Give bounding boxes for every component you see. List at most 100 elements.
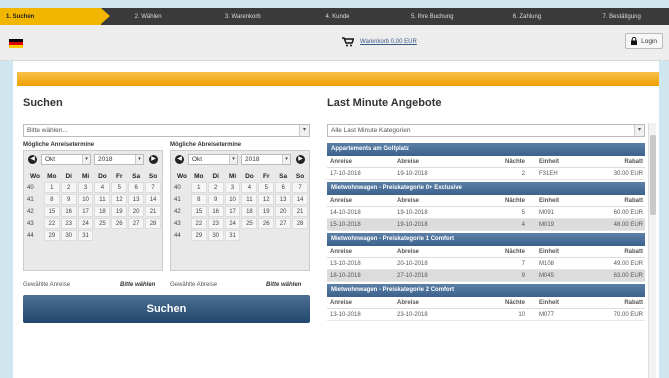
step-5[interactable]: 5. Ihre Buchung <box>385 8 480 25</box>
calendar-day[interactable]: 22 <box>43 218 60 229</box>
calendar-day[interactable]: 4 <box>241 182 258 193</box>
calendar-day[interactable]: 16 <box>60 206 77 217</box>
search-button[interactable]: Suchen <box>23 295 310 323</box>
departure-year-select[interactable]: 2018 ▾ <box>241 154 291 165</box>
calendar-day[interactable]: 1 <box>190 182 207 193</box>
calendar-day[interactable]: 25 <box>241 218 258 229</box>
step-2[interactable]: 2. Wählen <box>101 8 196 25</box>
calendar-day[interactable]: 22 <box>190 218 207 229</box>
selected-departure-value: Bitte wählen <box>266 282 302 288</box>
offer-row[interactable]: 13-10-2018 20-10-2018 7 M108 49.00 EUR <box>327 258 645 270</box>
calendar-day[interactable]: 13 <box>275 194 292 205</box>
calendar-day[interactable]: 9 <box>60 194 77 205</box>
calendar-day[interactable]: 18 <box>241 206 258 217</box>
calendar-day[interactable]: 9 <box>207 194 224 205</box>
calendar-day[interactable]: 20 <box>128 206 145 217</box>
calendar-day[interactable]: 5 <box>111 182 128 193</box>
step-3[interactable]: 3. Warenkorb <box>195 8 290 25</box>
calendar-day[interactable]: 26 <box>111 218 128 229</box>
calendar-day[interactable]: 1 <box>43 182 60 193</box>
offer-row[interactable]: 18-10-2018 27-10-2018 9 M045 63.00 EUR <box>327 270 645 282</box>
calendar-day[interactable]: 19 <box>258 206 275 217</box>
calendar-day[interactable]: 4 <box>94 182 111 193</box>
calendar-day[interactable]: 30 <box>207 230 224 241</box>
calendar-day[interactable]: 8 <box>43 194 60 205</box>
calendar-day[interactable]: 7 <box>145 182 161 193</box>
calendar-day[interactable]: 28 <box>145 218 161 229</box>
calendar-day[interactable]: 7 <box>292 182 308 193</box>
arrival-month-select[interactable]: Okt ▾ <box>41 154 91 165</box>
offer-category: Appartements am Golfplatz Anreise Abreise N… <box>327 143 645 180</box>
category-header[interactable]: Mietwohnwagen - Preiskategorie 0+ Exclus… <box>327 182 645 195</box>
cart-link[interactable]: Warenkorb 0,00 EUR <box>342 37 417 47</box>
calendar-day[interactable]: 2 <box>207 182 224 193</box>
login-button[interactable]: Login <box>625 33 663 49</box>
calendar-day[interactable]: 31 <box>224 230 241 241</box>
calendar-day[interactable]: 5 <box>258 182 275 193</box>
scroll-thumb[interactable] <box>650 135 656 215</box>
calendar-day[interactable]: 12 <box>111 194 128 205</box>
calendar-day[interactable]: 29 <box>190 230 207 241</box>
step-7[interactable]: 7. Bestätigung <box>574 8 669 25</box>
calendar-day[interactable]: 20 <box>275 206 292 217</box>
calendar-day[interactable]: 23 <box>60 218 77 229</box>
offer-row[interactable]: 13-10-2018 23-10-2018 10 M077 70.00 EUR <box>327 309 645 321</box>
calendar-day[interactable]: 24 <box>224 218 241 229</box>
calendar-day[interactable]: 24 <box>77 218 94 229</box>
calendar-day[interactable]: 12 <box>258 194 275 205</box>
calendar-day[interactable]: 10 <box>77 194 94 205</box>
calendar-day[interactable]: 19 <box>111 206 128 217</box>
calendar-day[interactable]: 8 <box>190 194 207 205</box>
step-1[interactable]: 1. Suchen <box>0 8 110 25</box>
calendar-day[interactable]: 3 <box>224 182 241 193</box>
last-minute-filter[interactable]: Alle Last Minute Kategorien ▾ <box>327 124 645 137</box>
calendar-day[interactable]: 14 <box>292 194 308 205</box>
prev-month-icon[interactable]: ◀ <box>28 155 37 164</box>
calendar-day[interactable]: 29 <box>43 230 60 241</box>
calendar-day[interactable]: 26 <box>258 218 275 229</box>
calendar-day[interactable]: 6 <box>275 182 292 193</box>
category-header[interactable]: Appartements am Golfplatz <box>327 143 645 156</box>
calendar-day[interactable]: 16 <box>207 206 224 217</box>
offer-row[interactable]: 14-10-2018 19-10-2018 5 M091 60.00 EUR <box>327 207 645 219</box>
german-flag-icon[interactable] <box>9 39 23 48</box>
prev-month-icon[interactable]: ◀ <box>175 155 184 164</box>
calendar-day[interactable]: 13 <box>128 194 145 205</box>
calendar-day[interactable]: 6 <box>128 182 145 193</box>
calendar-day[interactable]: 31 <box>77 230 94 241</box>
scrollbar[interactable] <box>648 123 656 378</box>
calendar-day[interactable]: 15 <box>190 206 207 217</box>
calendar-day[interactable]: 17 <box>77 206 94 217</box>
offer-row[interactable]: 17-10-2018 19-10-2018 2 F31EH 30.00 EUR <box>327 168 645 180</box>
calendar-day[interactable]: 10 <box>224 194 241 205</box>
calendar-day[interactable]: 27 <box>275 218 292 229</box>
calendar-day[interactable]: 18 <box>94 206 111 217</box>
category-header[interactable]: Mietwohnwagen - Preiskategorie 2 Comfort <box>327 284 645 297</box>
calendar-day[interactable]: 23 <box>207 218 224 229</box>
calendar-day[interactable]: 28 <box>292 218 308 229</box>
step-6[interactable]: 6. Zahlung <box>480 8 575 25</box>
next-month-icon[interactable]: ▶ <box>296 155 305 164</box>
calendar-day[interactable]: 14 <box>145 194 161 205</box>
departure-month-select[interactable]: Okt ▾ <box>188 154 238 165</box>
category-header[interactable]: Mietwohnwagen - Preiskategorie 1 Comfort <box>327 233 645 246</box>
calendar-day[interactable]: 21 <box>292 206 308 217</box>
calendar-day[interactable]: 27 <box>128 218 145 229</box>
arrival-year-select[interactable]: 2018 ▾ <box>94 154 144 165</box>
category-select[interactable]: Bitte wählen... ▾ <box>23 124 310 137</box>
calendar-day[interactable]: 17 <box>224 206 241 217</box>
offer-cell: M019 <box>539 221 555 228</box>
calendar-day[interactable]: 11 <box>241 194 258 205</box>
offer-category: Mietwohnwagen - Preiskategorie 1 Comfort… <box>327 233 645 282</box>
cart-text[interactable]: Warenkorb 0,00 EUR <box>360 39 417 45</box>
step-4[interactable]: 4. Kunde <box>290 8 385 25</box>
calendar-day[interactable]: 2 <box>60 182 77 193</box>
calendar-day[interactable]: 21 <box>145 206 161 217</box>
calendar-day[interactable]: 11 <box>94 194 111 205</box>
calendar-day[interactable]: 3 <box>77 182 94 193</box>
calendar-day[interactable]: 15 <box>43 206 60 217</box>
calendar-day[interactable]: 30 <box>60 230 77 241</box>
next-month-icon[interactable]: ▶ <box>149 155 158 164</box>
calendar-day[interactable]: 25 <box>94 218 111 229</box>
offer-row[interactable]: 15-10-2018 19-10-2018 4 M019 48.00 EUR <box>327 219 645 231</box>
